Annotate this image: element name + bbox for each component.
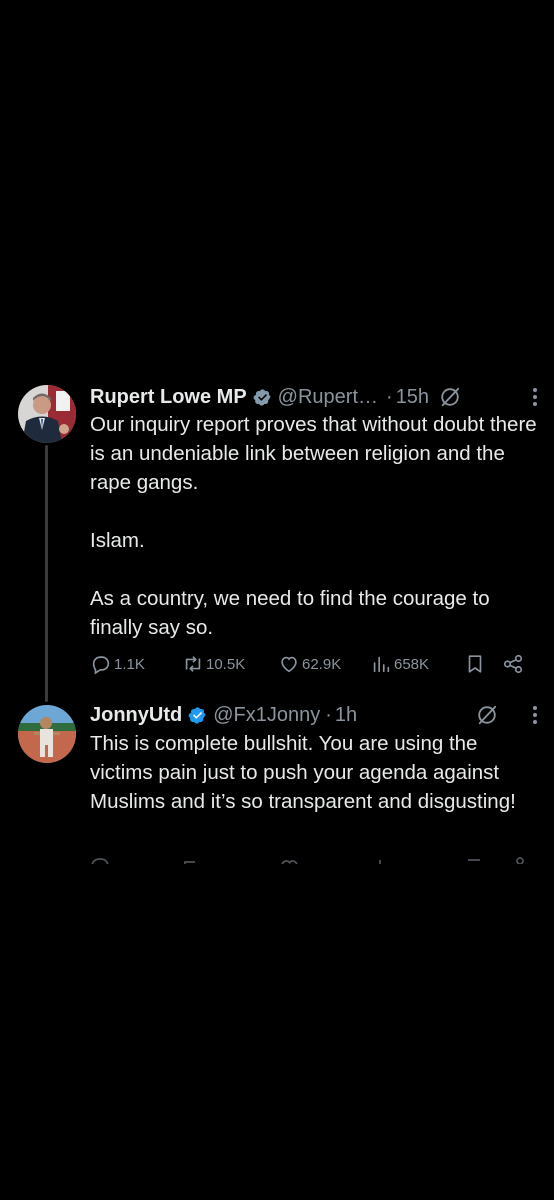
bookmark-icon bbox=[468, 655, 482, 673]
author-handle[interactable]: @Fx1Jonny bbox=[213, 704, 320, 727]
reply-icon bbox=[92, 656, 110, 675]
more-options-icon[interactable] bbox=[532, 705, 538, 725]
more-options-icon[interactable] bbox=[532, 387, 538, 407]
author-handle[interactable]: @Rupert… bbox=[278, 386, 378, 409]
tweet-text: This is complete bullshit. You are using… bbox=[90, 732, 516, 813]
views-count: 658K bbox=[394, 655, 430, 673]
avatar[interactable] bbox=[18, 385, 76, 443]
tweet-text: Our inquiry report proves that without d… bbox=[90, 413, 537, 639]
timestamp[interactable]: 1h bbox=[335, 704, 357, 727]
heart-icon bbox=[281, 656, 297, 673]
verified-gray-icon bbox=[253, 388, 271, 406]
views-icon bbox=[373, 656, 390, 673]
grok-icon[interactable] bbox=[476, 704, 498, 726]
cropped-action-icons bbox=[91, 857, 524, 864]
repost-button[interactable]: 10.5K bbox=[182, 653, 278, 675]
verified-blue-icon bbox=[188, 706, 206, 724]
share-icon bbox=[503, 654, 523, 674]
author-name[interactable]: JonnyUtd bbox=[90, 704, 182, 727]
grok-icon[interactable] bbox=[439, 386, 461, 408]
tweet-header: JonnyUtd @Fx1Jonny · 1h bbox=[90, 700, 540, 730]
bookmark-button[interactable] bbox=[464, 653, 502, 675]
author-name[interactable]: Rupert Lowe MP bbox=[90, 386, 247, 409]
like-button[interactable]: 62.9K bbox=[278, 653, 370, 675]
tweet-actions-cropped bbox=[90, 856, 534, 864]
avatar[interactable] bbox=[18, 705, 76, 763]
reply-button[interactable]: 1.1K bbox=[90, 653, 182, 675]
separator-dot: · bbox=[325, 703, 332, 726]
thread-connector-line bbox=[45, 445, 48, 702]
repost-icon bbox=[185, 656, 201, 672]
reply-count: 1.1K bbox=[114, 655, 145, 673]
views-button[interactable]: 658K bbox=[370, 653, 464, 675]
tweet-actions: 1.1K 10.5K 62.9K 658K bbox=[90, 651, 534, 677]
tweet-header: Rupert Lowe MP @Rupert… · 15h bbox=[90, 382, 540, 412]
timestamp[interactable]: 15h bbox=[396, 386, 429, 409]
share-button[interactable] bbox=[502, 653, 526, 675]
like-count: 62.9K bbox=[302, 655, 342, 673]
separator-dot: · bbox=[386, 385, 393, 408]
repost-count: 10.5K bbox=[206, 655, 246, 673]
